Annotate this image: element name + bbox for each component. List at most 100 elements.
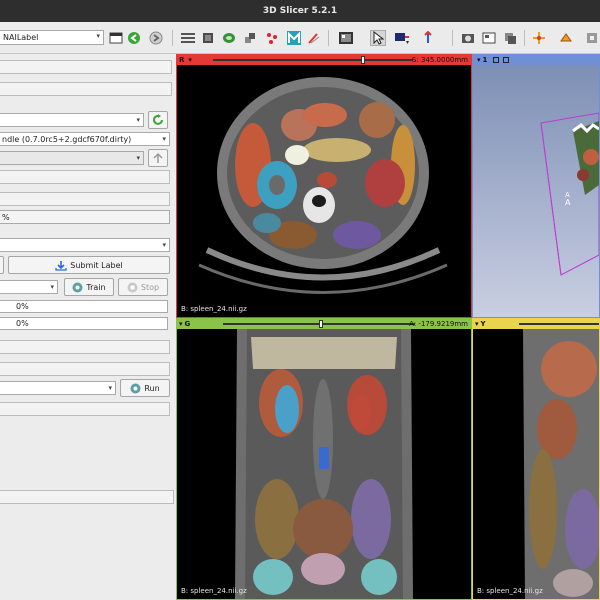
toolbar-separator [452,30,453,46]
refresh-button[interactable] [148,111,168,129]
section-bar[interactable] [0,192,170,206]
red-slider-knob[interactable] [361,56,365,64]
restore-icon[interactable] [503,57,510,63]
red-slice-controller: R ▾ S: 345.0000mm [177,55,471,65]
upload-icon [153,152,163,163]
refresh-icon [153,114,163,125]
back-arrow-icon[interactable] [126,30,142,46]
green-slider-knob[interactable] [319,320,323,328]
green-slice-offset: A: -179.9219mm [409,320,468,328]
green-view-letter: G [184,320,191,328]
3d-view-controller: ▾ 1 [473,55,599,65]
model-version-value: ndle (0.7.0rc5+2.gdcf670f.dirty) [2,135,132,144]
chevron-down-icon: ▾ [96,32,100,40]
label-combo[interactable]: ▾ [0,238,170,252]
progress-field: % [0,210,170,224]
volumes-icon[interactable] [200,30,216,46]
3d-render: A [473,65,599,317]
yellow-slice-view[interactable]: ▾ Y B: spleen_24.nii.gz [472,318,600,600]
red-view-letter: R [179,56,185,64]
pin-icon[interactable]: ▾ [188,56,192,64]
submit-label-button[interactable]: Submit Label [8,256,170,274]
train-button[interactable]: Train [64,278,114,296]
window-title-bar: 3D Slicer 5.2.1 [0,0,600,22]
transforms-icon[interactable] [242,30,258,46]
main-toolbar: NAILabel ▾ ▾ [0,22,600,54]
3d-view-letter: 1 [482,56,488,64]
train-model-combo[interactable]: ▾ [0,280,58,294]
server-url-combo[interactable]: ▾ [0,113,144,127]
model-version-combo[interactable]: ndle (0.7.0rc5+2.gdcf670f.dirty) ▾ [0,132,170,146]
stop-text: Stop [140,282,160,292]
green-slice-controller: ▾ G A: -179.9219mm [177,319,471,329]
maximize-icon[interactable] [493,57,500,63]
layers-icon[interactable] [502,30,518,46]
layout-icon[interactable] [108,30,124,46]
accuracy-1-value: 0% [16,302,29,311]
module-selector[interactable]: NAILabel ▾ [0,30,104,45]
yellow-view-volume-label: B: spleen_24.nii.gz [477,587,543,595]
pin-icon[interactable] [420,30,436,46]
submit-label-text: Submit Label [70,260,123,270]
axial-ct-image [177,65,471,317]
section-bar[interactable] [0,170,170,184]
red-slice-slider[interactable] [213,59,413,61]
stop-button[interactable]: Stop [118,278,168,296]
orientation-label: A [565,191,570,199]
model-combo[interactable]: ▾ [0,381,116,395]
green-slice-view[interactable]: ▾ G A: -179.9219mm B: spleen_24.nii.gz [176,318,472,600]
chevron-down-icon: ▾ [50,283,54,291]
sagittal-ct-image [473,329,599,599]
svg-text:▾: ▾ [406,39,409,45]
accuracy-bar-2: 0% [0,317,168,330]
yellow-view-letter: Y [480,320,486,328]
red-slice-offset: S: 345.0000mm [411,56,468,64]
section-bar[interactable] [0,362,170,376]
section-bar[interactable] [0,60,172,74]
markups-icon[interactable] [264,30,280,46]
module-panel: ▾ ndle (0.7.0rc5+2.gdcf670f.dirty) ▾ ▾ %… [0,54,176,600]
red-slice-view[interactable]: R ▾ S: 345.0000mm B: spleen_24.nii.gz [176,54,472,318]
red-view-volume-label: B: spleen_24.nii.gz [181,305,247,313]
accuracy-bar-1: 0% [0,300,168,313]
section-bar[interactable] [0,340,170,354]
monai-icon[interactable] [286,30,302,46]
screenshot-icon[interactable] [338,30,354,46]
crosshair-icon[interactable]: ▾ [394,30,410,46]
section-bar[interactable] [0,402,170,416]
grid-icon[interactable] [481,30,497,46]
3d-view[interactable]: ▾ 1 A A [472,54,600,318]
train-icon [72,282,83,292]
green-view-volume-label: B: spleen_24.nii.gz [181,587,247,595]
strategy-combo[interactable]: ▾ [0,151,144,165]
stop-icon [127,282,138,292]
run-button[interactable]: Run [120,379,170,397]
data-icon[interactable] [180,30,196,46]
chevron-down-icon: ▾ [136,154,140,162]
previous-button[interactable] [0,256,4,274]
run-icon [130,383,141,393]
roi-icon[interactable] [558,30,574,46]
accuracy-2-value: 0% [16,319,29,328]
fiducial-icon[interactable] [532,30,548,46]
cursor-icon[interactable] [370,30,386,46]
window-title: 3D Slicer 5.2.1 [262,6,338,16]
forward-arrow-icon[interactable] [148,30,164,46]
models-icon[interactable] [221,30,237,46]
train-text: Train [86,282,106,292]
extension-icon[interactable] [584,30,600,46]
chevron-down-icon: ▾ [162,241,166,249]
chevron-down-icon: ▾ [162,135,166,143]
yellow-slice-slider[interactable] [519,323,599,325]
toolbar-separator [524,30,525,46]
upload-button[interactable] [148,149,168,167]
view-area: R ▾ S: 345.0000mm B: spleen_24.nii.gz ▾ … [176,54,600,600]
section-bar[interactable] [0,490,174,504]
editor-icon[interactable] [306,30,322,46]
progress-value: % [2,213,10,222]
module-selector-value: NAILabel [3,33,39,42]
toolbar-separator [328,30,329,46]
capture-icon[interactable] [460,30,476,46]
section-bar[interactable] [0,82,172,96]
toolbar-separator [172,30,173,46]
